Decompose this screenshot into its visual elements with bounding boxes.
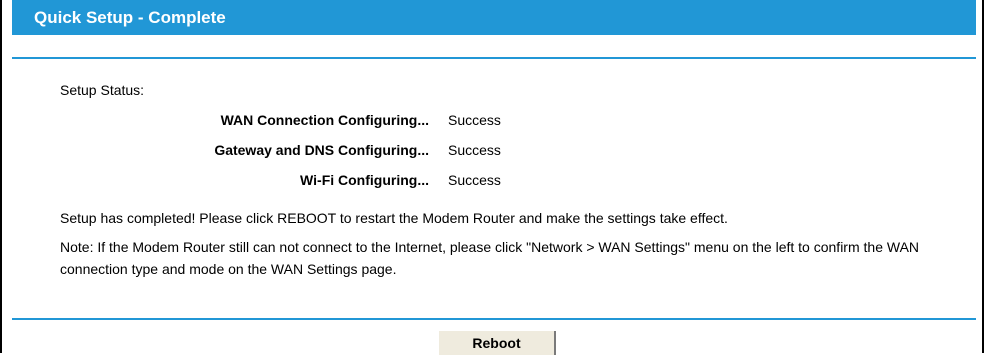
divider-bottom bbox=[12, 318, 976, 320]
status-value-wan: Success bbox=[448, 112, 501, 128]
status-name-wan: WAN Connection Configuring... bbox=[220, 112, 429, 128]
page-title: Quick Setup - Complete bbox=[12, 0, 976, 35]
completion-message: Setup has completed! Please click REBOOT… bbox=[60, 210, 728, 226]
status-row-gateway-dns: Gateway and DNS Configuring... Success bbox=[60, 142, 760, 164]
page-frame: Quick Setup - Complete Setup Status: WAN… bbox=[0, 0, 984, 355]
reboot-button[interactable]: Reboot bbox=[439, 331, 556, 355]
status-name-gateway-dns: Gateway and DNS Configuring... bbox=[214, 142, 429, 158]
status-name-wifi: Wi-Fi Configuring... bbox=[300, 172, 429, 188]
divider-top bbox=[12, 57, 976, 59]
status-row-wan: WAN Connection Configuring... Success bbox=[60, 112, 760, 134]
setup-status-label: Setup Status: bbox=[60, 82, 145, 98]
status-value-wifi: Success bbox=[448, 172, 501, 188]
status-value-gateway-dns: Success bbox=[448, 142, 501, 158]
status-row-wifi: Wi-Fi Configuring... Success bbox=[60, 172, 760, 194]
note-text: Note: If the Modem Router still can not … bbox=[60, 239, 920, 277]
